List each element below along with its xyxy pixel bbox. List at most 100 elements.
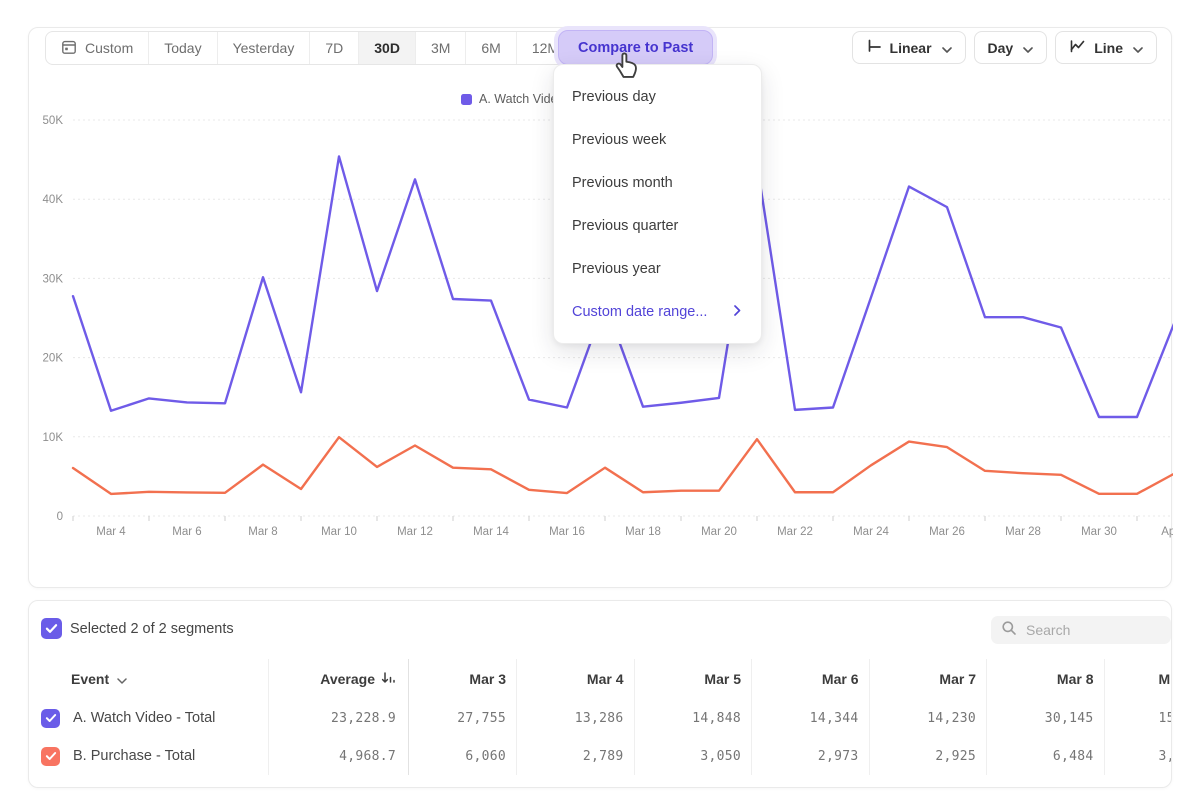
chevron-right-icon	[734, 304, 741, 320]
value-cell: 14,344	[751, 699, 869, 737]
value-cell: 13,286	[516, 699, 634, 737]
y-axis-label: 0	[57, 511, 63, 523]
interval-dropdown-button[interactable]: Day	[974, 31, 1048, 64]
average-value-cell: 4,968.7	[268, 737, 408, 775]
chart-type-dropdown-label: Line	[1094, 40, 1123, 56]
date-range-label: Custom	[85, 40, 133, 56]
legend-label: A. Watch Video	[479, 92, 564, 106]
search-input[interactable]	[1026, 622, 1146, 638]
date-range-label: 6M	[481, 40, 500, 56]
segment-row-label-cell: B. Purchase - Total	[29, 737, 268, 775]
column-header-mar-4: Mar 4	[516, 659, 634, 699]
value-cell: 14,848	[634, 699, 752, 737]
segment-checkbox[interactable]	[41, 709, 60, 728]
average-value-cell: 23,228.9	[268, 699, 408, 737]
series-line[interactable]	[73, 437, 1173, 494]
segment-label: B. Purchase - Total	[73, 748, 195, 764]
value-cell: 6,484	[986, 737, 1104, 775]
segment-checkbox[interactable]	[41, 747, 60, 766]
column-header-mar-6: Mar 6	[751, 659, 869, 699]
scale-dropdown-button[interactable]: Linear	[852, 31, 966, 64]
x-axis-label: Mar 24	[853, 526, 889, 538]
analytics-report-page: Custom Today Yesterday 7D 30D 3M 6M 12M Compare…	[0, 0, 1200, 802]
chevron-down-icon	[1133, 40, 1143, 56]
date-range-control: Custom Today Yesterday 7D 30D 3M 6M 12M	[45, 31, 575, 65]
date-range-label: 30D	[374, 40, 400, 56]
date-range-label: Yesterday	[233, 40, 295, 56]
select-all-checkbox[interactable]	[41, 618, 62, 639]
chevron-down-icon	[1023, 40, 1033, 56]
y-axis-label: 30K	[43, 273, 64, 285]
linear-axis-icon	[866, 38, 882, 57]
chart-type-dropdown-button[interactable]: Line	[1055, 31, 1157, 64]
menu-item-previous-month[interactable]: Previous month	[554, 161, 761, 204]
date-range-label: Today	[164, 40, 201, 56]
y-axis-label: 50K	[43, 115, 64, 127]
x-axis-label: Mar 18	[625, 526, 661, 538]
x-axis-label: Apr 1	[1161, 526, 1173, 538]
selected-segments-label: Selected 2 of 2 segments	[70, 621, 234, 637]
y-axis-label: 20K	[43, 353, 64, 365]
menu-item-previous-week[interactable]: Previous week	[554, 118, 761, 161]
x-axis-label: Mar 16	[549, 526, 585, 538]
menu-item-previous-day[interactable]: Previous day	[554, 75, 761, 118]
date-range-3m[interactable]: 3M	[416, 32, 466, 64]
x-axis-label: Mar 6	[172, 526, 201, 538]
column-header-mar-7: Mar 7	[869, 659, 987, 699]
date-range-30d[interactable]: 30D	[359, 32, 416, 64]
column-header-mar-3: Mar 3	[408, 659, 516, 699]
column-header-label: Event	[71, 671, 109, 687]
legend-entry[interactable]: A. Watch Video	[461, 92, 564, 106]
search-box[interactable]	[991, 616, 1171, 644]
column-header-label: Mar 4	[587, 671, 624, 687]
chart-settings-group: Linear Day Line	[852, 31, 1157, 64]
column-header-label: Mar 6	[822, 671, 859, 687]
column-header-label: Mar 5	[704, 671, 741, 687]
column-header-mar-5: Mar 5	[634, 659, 752, 699]
column-header-average[interactable]: Average	[268, 659, 408, 699]
date-range-custom[interactable]: Custom	[46, 32, 149, 64]
date-range-7d[interactable]: 7D	[310, 32, 359, 64]
menu-item-previous-quarter[interactable]: Previous quarter	[554, 204, 761, 247]
menu-item-custom-date-range[interactable]: Custom date range...	[554, 290, 761, 333]
date-range-label: 12M	[532, 40, 559, 56]
chevron-down-icon	[942, 40, 952, 56]
segments-card: Selected 2 of 2 segments Event Average Mar…	[28, 600, 1172, 788]
x-axis-label: Mar 26	[929, 526, 965, 538]
column-header-label: Mar 7	[939, 671, 976, 687]
column-header-label: Average	[320, 671, 375, 687]
value-cell: 27,755	[408, 699, 516, 737]
x-axis-label: Mar 30	[1081, 526, 1117, 538]
x-axis-label: Mar 12	[397, 526, 433, 538]
column-header-label: Mar 8	[1057, 671, 1094, 687]
y-axis-label: 10K	[43, 432, 64, 444]
value-cell: 30,145	[986, 699, 1104, 737]
menu-item-previous-year[interactable]: Previous year	[554, 247, 761, 290]
date-range-yesterday[interactable]: Yesterday	[218, 32, 311, 64]
column-header-label: M	[1159, 671, 1171, 687]
search-icon	[1001, 620, 1017, 641]
sort-descending-icon	[381, 671, 396, 688]
compare-to-past-menu: Previous dayPrevious weekPrevious monthP…	[553, 64, 762, 344]
date-range-label: 7D	[325, 40, 343, 56]
chevron-down-icon	[117, 671, 127, 687]
date-range-today[interactable]: Today	[149, 32, 217, 64]
interval-dropdown-label: Day	[988, 40, 1014, 56]
compare-to-past-label: Compare to Past	[578, 40, 693, 56]
scale-dropdown-label: Linear	[890, 40, 932, 56]
x-axis-label: Mar 14	[473, 526, 509, 538]
column-header-m: M	[1104, 659, 1173, 699]
segment-label: A. Watch Video - Total	[73, 710, 215, 726]
x-axis-label: Mar 20	[701, 526, 737, 538]
value-cell: 2,973	[751, 737, 869, 775]
calendar-icon	[61, 39, 77, 58]
compare-to-past-button[interactable]: Compare to Past	[558, 30, 713, 65]
value-cell: 6,060	[408, 737, 516, 775]
column-header-event[interactable]: Event	[29, 659, 268, 699]
value-cell: 15,	[1104, 699, 1173, 737]
value-cell: 3,050	[634, 737, 752, 775]
date-range-label: 3M	[431, 40, 450, 56]
segment-row-label-cell: A. Watch Video - Total	[29, 699, 268, 737]
x-axis-label: Mar 8	[248, 526, 277, 538]
date-range-6m[interactable]: 6M	[466, 32, 516, 64]
